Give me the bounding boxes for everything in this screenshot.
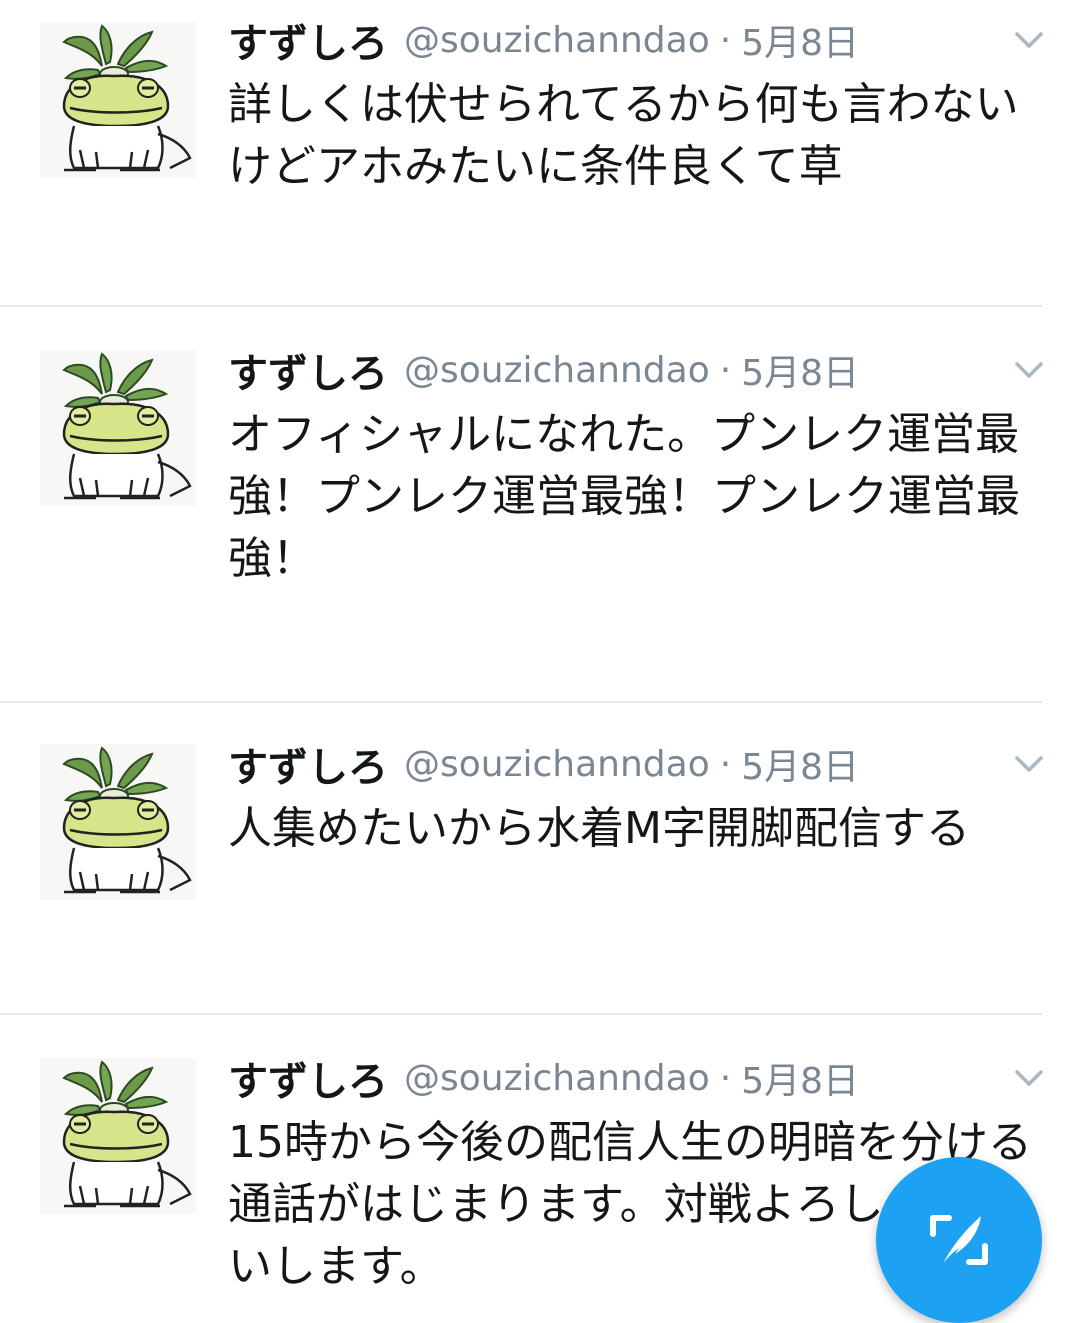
- tweet-header: すずしろ @souzichanndao · 5月8日: [228, 1050, 1045, 1106]
- tweet-content: すずしろ @souzichanndao · 5月8日 詳しくは伏せられてるから何…: [228, 12, 1045, 198]
- display-name[interactable]: すずしろ: [228, 735, 388, 793]
- user-handle[interactable]: @souzichanndao: [404, 20, 710, 61]
- display-name[interactable]: すずしろ: [228, 341, 388, 399]
- chevron-down-icon[interactable]: [1009, 350, 1049, 390]
- tweet-2[interactable]: すずしろ @souzichanndao · 5月8日 オフィシャルになれた。プン…: [0, 306, 1069, 702]
- tweet-date[interactable]: 5月8日: [741, 1052, 859, 1104]
- tweet-3[interactable]: すずしろ @souzichanndao · 5月8日 人集めたいから水着M字開脚…: [0, 702, 1069, 1014]
- compose-tweet-icon: [930, 1215, 988, 1265]
- avatar[interactable]: [40, 744, 196, 900]
- avatar[interactable]: [40, 22, 196, 178]
- chevron-down-icon[interactable]: [1009, 1058, 1049, 1098]
- avatar[interactable]: [40, 350, 196, 506]
- tweet-content: すずしろ @souzichanndao · 5月8日 オフィシャルになれた。プン…: [228, 342, 1045, 590]
- tweet-header: すずしろ @souzichanndao · 5月8日: [228, 342, 1045, 398]
- separator-dot: ·: [719, 1057, 732, 1099]
- user-handle[interactable]: @souzichanndao: [404, 350, 710, 391]
- display-name[interactable]: すずしろ: [228, 11, 388, 69]
- display-name[interactable]: すずしろ: [228, 1049, 388, 1107]
- tweet-header: すずしろ @souzichanndao · 5月8日: [228, 12, 1045, 68]
- tweet-1[interactable]: すずしろ @souzichanndao · 5月8日 詳しくは伏せられてるから何…: [0, 0, 1069, 306]
- tweet-text: 詳しくは伏せられてるから何も言わないけどアホみたいに条件良くて草: [228, 79, 1019, 192]
- chevron-down-icon[interactable]: [1009, 744, 1049, 784]
- tweet-date[interactable]: 5月8日: [741, 14, 859, 66]
- tweet-date[interactable]: 5月8日: [741, 344, 859, 396]
- timeline: すずしろ @souzichanndao · 5月8日 詳しくは伏せられてるから何…: [0, 0, 1069, 1323]
- tweet-text: 人集めたいから水着M字開脚配信する: [228, 803, 970, 854]
- user-handle[interactable]: @souzichanndao: [404, 744, 710, 785]
- chevron-down-icon[interactable]: [1009, 20, 1049, 60]
- tweet-text: オフィシャルになれた。プンレク運営最強！プンレク運営最強！プンレク運営最強！: [228, 409, 1020, 584]
- tweet-header: すずしろ @souzichanndao · 5月8日: [228, 736, 1045, 792]
- user-handle[interactable]: @souzichanndao: [404, 1058, 710, 1099]
- separator-dot: ·: [719, 349, 732, 391]
- compose-tweet-button[interactable]: [876, 1157, 1042, 1323]
- tweet-content: すずしろ @souzichanndao · 5月8日 人集めたいから水着M字開脚…: [228, 736, 1045, 860]
- separator-dot: ·: [719, 19, 732, 61]
- separator-dot: ·: [719, 743, 732, 785]
- tweet-date[interactable]: 5月8日: [741, 738, 859, 790]
- avatar[interactable]: [40, 1058, 196, 1214]
